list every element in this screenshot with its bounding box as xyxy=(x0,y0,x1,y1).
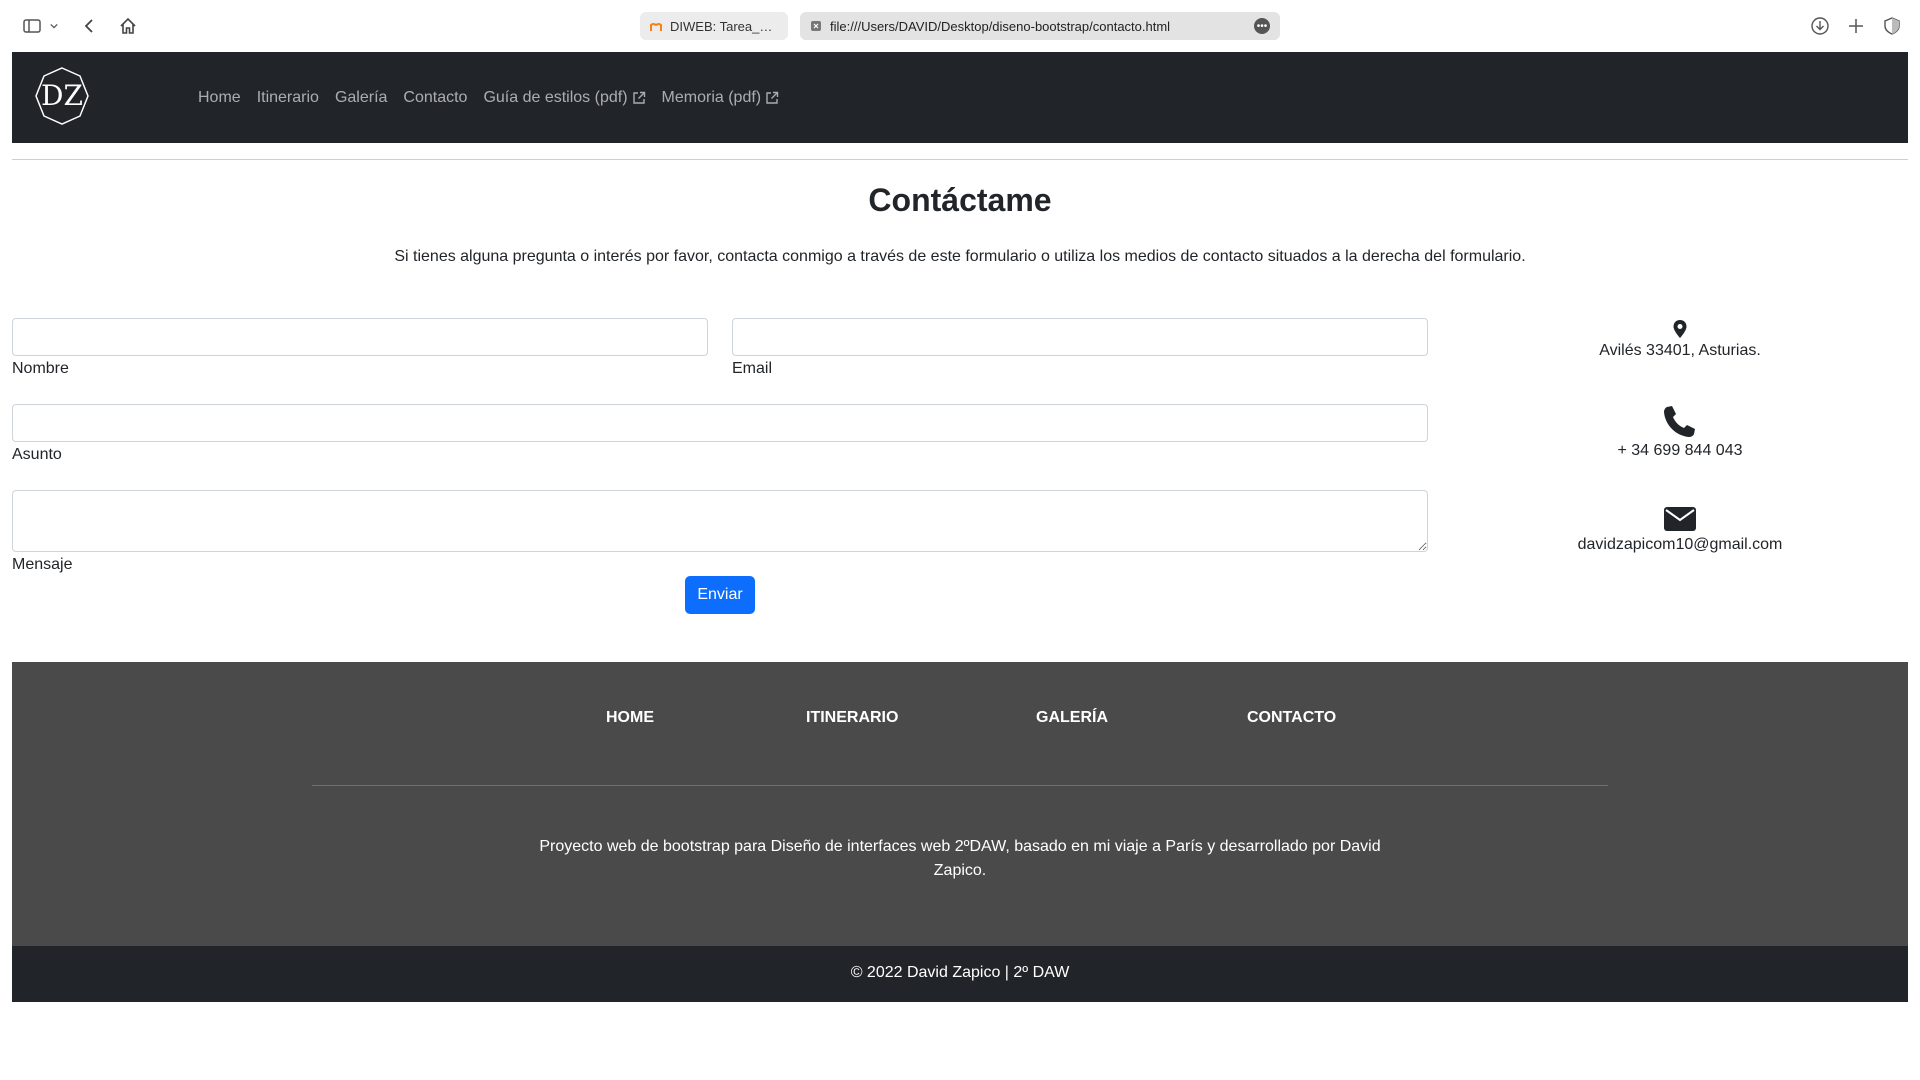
enviar-button[interactable]: Enviar xyxy=(685,576,755,614)
home-icon[interactable] xyxy=(114,12,142,40)
dz-logo[interactable]: DZ xyxy=(32,66,152,126)
file-favicon-icon xyxy=(811,21,821,31)
mensaje-label: Mensaje xyxy=(12,556,73,573)
url-text[interactable]: file:///Users/DAVID/Desktop/diseno-boots… xyxy=(830,19,1254,34)
moodle-favicon-icon xyxy=(650,23,662,31)
map-pin-icon xyxy=(1673,320,1687,338)
copyright-text: © 2022 David Zapico | 2º DAW xyxy=(850,964,1070,981)
nav-link-label: Memoria (pdf) xyxy=(661,88,762,106)
footer-link-contacto[interactable]: CONTACTO xyxy=(1247,709,1336,727)
footer-divider xyxy=(312,785,1608,786)
sidebar-icon[interactable] xyxy=(18,12,46,40)
nav-link-galeria[interactable]: Galería xyxy=(335,89,387,107)
nav-link-label: Itinerario xyxy=(256,88,319,106)
copyright-bar: © 2022 David Zapico | 2º DAW xyxy=(12,946,1908,1002)
email-label: Email xyxy=(732,360,773,377)
external-link-icon xyxy=(766,91,779,104)
asunto-label: Asunto xyxy=(12,446,62,463)
nav-link-memoria[interactable]: Memoria (pdf) xyxy=(662,89,780,107)
mensaje-textarea[interactable] xyxy=(12,490,1428,552)
nav-link-label: Guía de estilos (pdf) xyxy=(483,88,628,106)
email-input[interactable] xyxy=(732,318,1428,356)
contact-email: davidzapicom10@gmail.com xyxy=(1480,506,1880,554)
tab-contacto[interactable]: file:///Users/DAVID/Desktop/diseno-boots… xyxy=(800,12,1280,40)
more-icon[interactable]: ••• xyxy=(1254,18,1270,34)
footer-description: Proyecto web de bootstrap para Diseño de… xyxy=(539,838,1381,879)
nav-link-label: Galería xyxy=(334,88,388,106)
contact-address: Avilés 33401, Asturias. xyxy=(1480,320,1880,360)
shield-icon[interactable] xyxy=(1878,12,1906,40)
tab-label: DIWEB: Tarea_eje... xyxy=(670,18,778,34)
contact-phone: + 34 699 844 043 xyxy=(1480,404,1880,460)
email-text: davidzapicom10@gmail.com xyxy=(1577,536,1783,553)
download-icon[interactable] xyxy=(1806,12,1834,40)
plus-icon[interactable] xyxy=(1842,12,1870,40)
chevron-down-icon[interactable] xyxy=(46,12,62,40)
intro-text: Si tienes alguna pregunta o interés por … xyxy=(394,248,1526,265)
footer-link-home[interactable]: HOME xyxy=(606,709,654,727)
footer-link-itinerario[interactable]: ITINERARIO xyxy=(806,709,898,727)
nombre-label: Nombre xyxy=(12,360,69,377)
footer-link-galeria[interactable]: GALERÍA xyxy=(1036,709,1108,727)
footer: HOME ITINERARIO GALERÍA CONTACTO Proyect… xyxy=(12,662,1908,946)
divider xyxy=(12,159,1908,160)
nav-link-label: Home xyxy=(198,88,241,106)
logo-text: DZ xyxy=(41,79,83,112)
nav-link-itinerario[interactable]: Itinerario xyxy=(257,89,319,107)
external-link-icon xyxy=(632,91,645,104)
back-icon[interactable] xyxy=(76,12,104,40)
nav-link-home[interactable]: Home xyxy=(198,89,241,107)
nav-link-label: Contacto xyxy=(403,88,468,106)
nombre-input[interactable] xyxy=(12,318,708,356)
tab-diweb[interactable]: DIWEB: Tarea_eje... xyxy=(640,12,788,40)
browser-toolbar: DIWEB: Tarea_eje... file:///Users/DAVID/… xyxy=(0,0,1920,52)
asunto-input[interactable] xyxy=(12,404,1428,442)
envelope-icon xyxy=(1664,507,1696,531)
address-text: Avilés 33401, Asturias. xyxy=(1599,342,1761,359)
nav-link-contacto[interactable]: Contacto xyxy=(403,89,467,107)
nav-links: Home Itinerario Galería Contacto Guía de… xyxy=(198,52,779,143)
phone-icon xyxy=(1664,406,1695,437)
page-title: Contáctame xyxy=(868,182,1052,218)
navbar: DZ Home Itinerario Galería Contacto Guía… xyxy=(12,52,1908,143)
phone-text: + 34 699 844 043 xyxy=(1617,442,1743,459)
nav-link-guia-estilos[interactable]: Guía de estilos (pdf) xyxy=(483,89,645,107)
